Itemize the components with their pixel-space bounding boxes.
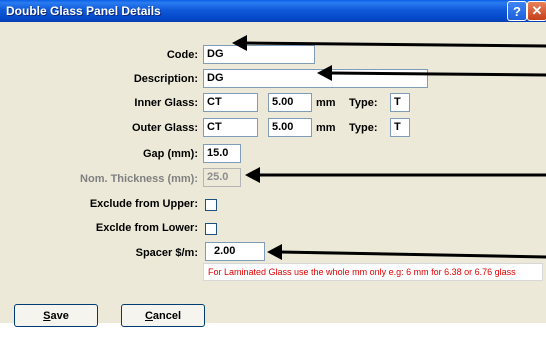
inner-glass-thickness-input[interactable]: 5.00 (268, 93, 312, 112)
inner-glass-type-label: Type: (349, 97, 378, 109)
help-icon: ? (513, 3, 521, 19)
spacer-input[interactable]: 2.00 (205, 242, 265, 261)
cancel-button[interactable]: Cancel (121, 304, 205, 327)
cancel-accel-key: C (144, 309, 153, 322)
outer-glass-type-input[interactable]: T (390, 118, 410, 137)
inner-glass-input[interactable]: CT (203, 93, 258, 112)
inner-glass-label: Inner Glass: (134, 97, 198, 109)
inner-glass-unit: mm (316, 97, 336, 109)
laminated-glass-hint: For Laminated Glass use the whole mm onl… (203, 263, 543, 281)
exclude-upper-checkbox[interactable] (205, 199, 217, 211)
close-icon: ✕ (531, 3, 543, 18)
outer-glass-thickness-input[interactable]: 5.00 (268, 118, 312, 137)
cancel-label-rest: ancel (152, 309, 182, 322)
exclude-lower-checkbox[interactable] (205, 223, 217, 235)
inner-glass-type-input[interactable]: T (390, 93, 410, 112)
nom-thickness-label: Nom. Thickness (mm): (80, 173, 198, 185)
title-bar[interactable]: Double Glass Panel Details ? ✕ (0, 0, 546, 22)
help-button[interactable]: ? (507, 1, 527, 21)
exclude-lower-label: Exclde from Lower: (95, 222, 198, 234)
outer-glass-label: Outer Glass: (131, 122, 198, 134)
dialog-window: Double Glass Panel Details ? ✕ Code: DG … (0, 0, 546, 327)
gap-label: Gap (mm): (143, 148, 198, 160)
window-title: Double Glass Panel Details (6, 4, 161, 18)
outer-glass-type-label: Type: (349, 122, 378, 134)
code-input[interactable]: DG (203, 45, 315, 64)
spacer-label: Spacer $/m: (135, 247, 198, 259)
description-input[interactable]: DG (203, 69, 428, 88)
nom-thickness-input: 25.0 (203, 168, 241, 187)
save-label-rest: ave (50, 309, 69, 322)
outer-glass-unit: mm (316, 122, 336, 134)
description-label: Description: (133, 73, 198, 85)
save-accel-key: S (43, 309, 51, 322)
outer-glass-input[interactable]: CT (203, 118, 258, 137)
close-button[interactable]: ✕ (527, 1, 546, 21)
code-label: Code: (166, 49, 198, 61)
exclude-upper-label: Exclude from Upper: (89, 198, 198, 210)
save-button[interactable]: Save (14, 304, 98, 327)
gap-input[interactable]: 15.0 (203, 144, 241, 163)
